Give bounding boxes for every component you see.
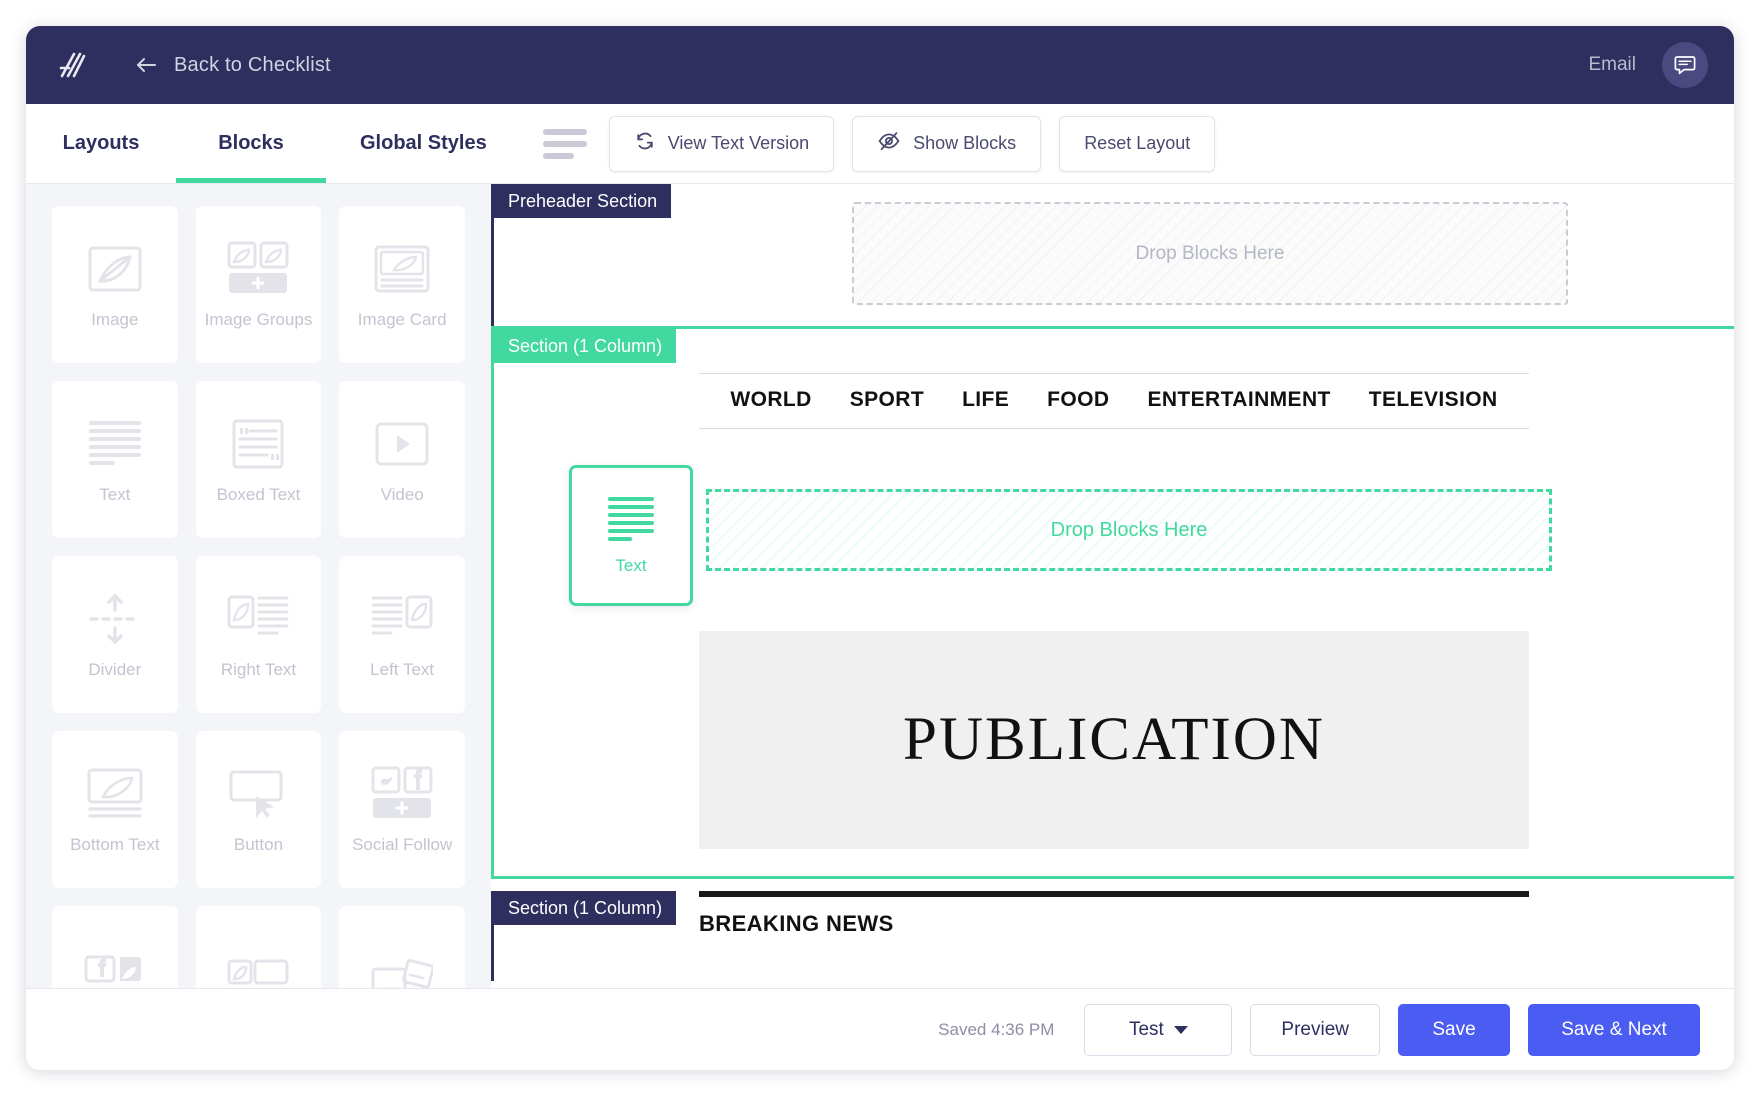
block-item-social-follow[interactable]: Social Follow — [339, 731, 465, 888]
left-text-icon — [371, 588, 433, 650]
block-label: Button — [234, 835, 283, 855]
editor-toolbar: Layouts Blocks Global Styles View Text V… — [26, 104, 1734, 184]
right-text-icon — [227, 588, 289, 650]
refresh-cycle-icon — [634, 130, 656, 157]
block-item-divider[interactable]: Divider — [52, 556, 178, 713]
chevron-down-icon — [1174, 1026, 1188, 1034]
email-label: Email — [1588, 54, 1636, 76]
block-item-bottom-text[interactable]: Bottom Text — [52, 731, 178, 888]
active-dropzone[interactable]: Drop Blocks Here — [706, 489, 1552, 571]
view-text-version-label: View Text Version — [668, 133, 809, 154]
masthead-title: PUBLICATION — [903, 705, 1325, 775]
preheader-section[interactable]: Preheader Section Drop Blocks Here — [491, 184, 1734, 326]
preheader-dropzone[interactable]: Drop Blocks Here — [852, 202, 1568, 305]
editor-tabs: Layouts Blocks Global Styles — [26, 104, 521, 183]
tab-global-styles[interactable]: Global Styles — [326, 104, 521, 183]
blocks-panel: Image Image Groups — [26, 184, 491, 1068]
block-item-image-card[interactable]: Image Card — [339, 206, 465, 363]
newsletter-nav: WORLD SPORT LIFE FOOD ENTERTAINMENT TELE… — [494, 374, 1734, 412]
editor-footer: Saved 4:36 PM Test Preview Save Save & N… — [26, 988, 1734, 1070]
button-cursor-icon — [228, 763, 288, 825]
email-canvas: Preheader Section Drop Blocks Here Secti… — [491, 184, 1734, 1068]
block-item-video[interactable]: Video — [339, 381, 465, 538]
nav-item-life[interactable]: LIFE — [962, 388, 1009, 412]
image-card-icon — [373, 238, 431, 300]
block-label: Boxed Text — [217, 485, 301, 505]
block-item-text[interactable]: Text — [52, 381, 178, 538]
block-label: Social Follow — [352, 835, 452, 855]
test-label: Test — [1129, 1019, 1164, 1041]
block-label: Right Text — [221, 660, 296, 680]
block-label: Image — [91, 310, 138, 330]
nav-item-world[interactable]: WORLD — [730, 388, 811, 412]
block-label: Bottom Text — [70, 835, 159, 855]
breaking-news-rule — [699, 891, 1529, 897]
chat-bubble-icon[interactable] — [1662, 42, 1708, 88]
nav-item-television[interactable]: TELEVISION — [1369, 388, 1498, 412]
image-groups-plus-icon — [227, 238, 289, 300]
preheader-section-tag: Preheader Section — [494, 184, 671, 218]
block-item-boxed-text[interactable]: Boxed Text — [196, 381, 322, 538]
test-dropdown-button[interactable]: Test — [1084, 1004, 1232, 1056]
nav-item-food[interactable]: FOOD — [1047, 388, 1109, 412]
block-label: Video — [381, 485, 424, 505]
image-leaf-icon — [86, 238, 144, 300]
boxed-text-icon — [231, 413, 285, 475]
block-item-image-groups[interactable]: Image Groups — [196, 206, 322, 363]
blocks-grid: Image Image Groups — [52, 206, 465, 1063]
tab-blocks[interactable]: Blocks — [176, 104, 326, 183]
back-to-checklist-link[interactable]: Back to Checklist — [174, 54, 331, 77]
top-navigation-bar: Back to Checklist Email — [26, 26, 1734, 104]
block-label: Divider — [88, 660, 141, 680]
block-label: Text — [99, 485, 130, 505]
saved-timestamp: Saved 4:36 PM — [938, 1020, 1054, 1040]
breaking-news-headline: BREAKING NEWS — [699, 911, 1529, 937]
section-one-column-bottom[interactable]: Section (1 Column) BREAKING NEWS — [491, 891, 1734, 981]
section-one-column-top[interactable]: Section (1 Column) WORLD SPORT LIFE FOOD… — [491, 326, 1734, 879]
app-window: Back to Checklist Email Layouts Blocks G… — [26, 26, 1734, 1070]
social-follow-plus-icon — [371, 763, 433, 825]
bottom-text-icon — [86, 763, 144, 825]
arrow-left-icon[interactable] — [132, 51, 160, 79]
reset-layout-label: Reset Layout — [1084, 133, 1190, 154]
section-one-column-top-tag: Section (1 Column) — [494, 329, 676, 363]
block-item-right-text[interactable]: Right Text — [196, 556, 322, 713]
nav-item-entertainment[interactable]: ENTERTAINMENT — [1147, 388, 1330, 412]
slanted-lines-logo-icon[interactable] — [54, 48, 88, 82]
text-lines-icon — [87, 413, 143, 475]
show-blocks-button[interactable]: Show Blocks — [852, 116, 1041, 172]
nav-divider-rule — [699, 428, 1529, 429]
active-drop-row: Drop Blocks Here Text — [494, 465, 1734, 593]
hamburger-menu-icon[interactable] — [543, 129, 587, 159]
view-text-version-button[interactable]: View Text Version — [609, 116, 834, 172]
tab-layouts[interactable]: Layouts — [26, 104, 176, 183]
preview-button[interactable]: Preview — [1250, 1004, 1380, 1056]
block-label: Left Text — [370, 660, 434, 680]
dragging-text-block[interactable]: Text — [569, 465, 693, 606]
section-one-column-bottom-tag: Section (1 Column) — [494, 891, 676, 925]
block-item-button[interactable]: Button — [196, 731, 322, 888]
block-item-image[interactable]: Image — [52, 206, 178, 363]
save-and-next-button[interactable]: Save & Next — [1528, 1004, 1700, 1056]
block-label: Image Groups — [205, 310, 313, 330]
email-content-top: WORLD SPORT LIFE FOOD ENTERTAINMENT TELE… — [494, 329, 1734, 849]
save-button[interactable]: Save — [1398, 1004, 1510, 1056]
editor-body: Image Image Groups — [26, 184, 1734, 1068]
masthead-block[interactable]: PUBLICATION — [699, 631, 1529, 849]
eye-slash-icon — [877, 130, 901, 157]
nav-item-sport[interactable]: SPORT — [850, 388, 924, 412]
dragging-text-block-label: Text — [615, 556, 646, 576]
text-lines-icon — [606, 495, 656, 546]
video-play-icon — [374, 413, 430, 475]
show-blocks-label: Show Blocks — [913, 133, 1016, 154]
block-item-left-text[interactable]: Left Text — [339, 556, 465, 713]
divider-arrows-icon — [87, 588, 143, 650]
block-label: Image Card — [358, 310, 447, 330]
reset-layout-button[interactable]: Reset Layout — [1059, 116, 1215, 172]
